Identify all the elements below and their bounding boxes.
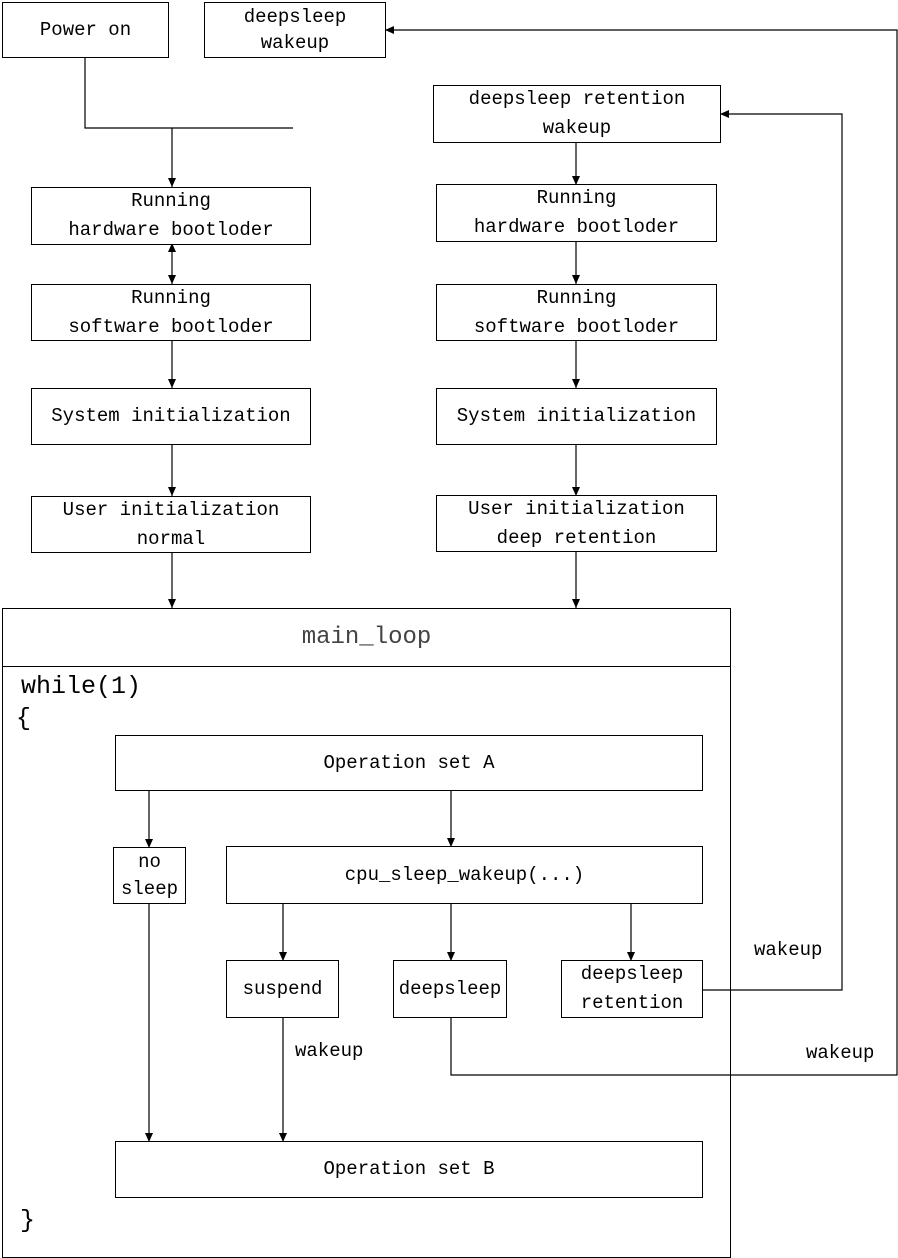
right-user-init-box: User initialization deep retention bbox=[436, 495, 717, 552]
operation-set-a-box: Operation set A bbox=[115, 735, 703, 791]
label-line: deep retention bbox=[496, 526, 657, 549]
label-line: deepsleep bbox=[398, 977, 502, 1000]
label-line: suspend bbox=[242, 977, 323, 1000]
label-line: User initialization bbox=[62, 498, 280, 521]
label-line: Operation set B bbox=[323, 1158, 495, 1180]
left-hw-boot-box: Running hardware bootloder bbox=[31, 187, 311, 245]
retention-wakeup-label: wakeup bbox=[754, 939, 823, 961]
right-sw-boot-box: Running software bootloder bbox=[436, 284, 717, 341]
label-line: User initialization bbox=[468, 497, 685, 520]
left-sys-init-box: System initialization bbox=[31, 388, 311, 445]
power-on-label: Power on bbox=[39, 18, 132, 41]
label-line: software bootloder bbox=[68, 315, 274, 338]
deepsleep-box: deepsleep bbox=[393, 960, 507, 1018]
cpu-sleep-wakeup-box: cpu_sleep_wakeup(...) bbox=[226, 846, 703, 904]
deepsleep-retention-box: deepsleep retention bbox=[561, 960, 703, 1018]
label-line: Running bbox=[131, 190, 211, 212]
operation-set-b-box: Operation set B bbox=[115, 1141, 703, 1198]
label-line: deepsleep retention bbox=[468, 88, 686, 110]
no-sleep-box: no sleep bbox=[113, 847, 186, 904]
left-user-init-box: User initialization normal bbox=[31, 496, 311, 553]
deepsleep-wakeup-label: wakeup bbox=[806, 1042, 875, 1064]
label-line: Running bbox=[536, 286, 617, 309]
right-hw-boot-box: Running hardware bootloder bbox=[436, 184, 717, 242]
right-sys-init-box: System initialization bbox=[436, 388, 717, 445]
deepsleep-retention-wakeup-box: deepsleep retention wakeup bbox=[433, 85, 721, 143]
label-line: deepsleep bbox=[580, 963, 684, 985]
suspend-wakeup-label: wakeup bbox=[295, 1040, 364, 1062]
label-line: System initialization bbox=[456, 405, 697, 427]
label-line: sleep bbox=[120, 877, 178, 900]
label-line: normal bbox=[136, 527, 206, 550]
deepsleep-wakeup-box: deepsleep wakeup bbox=[204, 2, 386, 58]
label-line: wakeup bbox=[260, 32, 330, 54]
suspend-box: suspend bbox=[226, 960, 339, 1018]
close-brace: } bbox=[20, 1206, 36, 1235]
label-line: software bootloder bbox=[473, 315, 680, 338]
while-statement: while(1) bbox=[21, 672, 142, 701]
label-line: retention bbox=[580, 992, 684, 1014]
label-line: no bbox=[138, 850, 161, 873]
label-line: Running bbox=[536, 187, 617, 209]
label-line: hardware bootloder bbox=[473, 216, 680, 238]
label-line: cpu_sleep_wakeup(...) bbox=[344, 863, 585, 886]
power-on-line bbox=[84, 57, 293, 129]
label-line: Running bbox=[131, 286, 211, 309]
power-on-box: Power on bbox=[2, 2, 169, 58]
label-line: deepsleep bbox=[243, 6, 347, 28]
main-loop-title: main_loop bbox=[3, 609, 730, 667]
label-line: Operation set A bbox=[323, 751, 495, 774]
label-line: System initialization bbox=[51, 405, 291, 427]
left-sw-boot-box: Running software bootloder bbox=[31, 284, 311, 341]
label-line: hardware bootloder bbox=[68, 219, 274, 241]
label-line: wakeup bbox=[542, 117, 612, 139]
open-brace: { bbox=[16, 704, 32, 733]
